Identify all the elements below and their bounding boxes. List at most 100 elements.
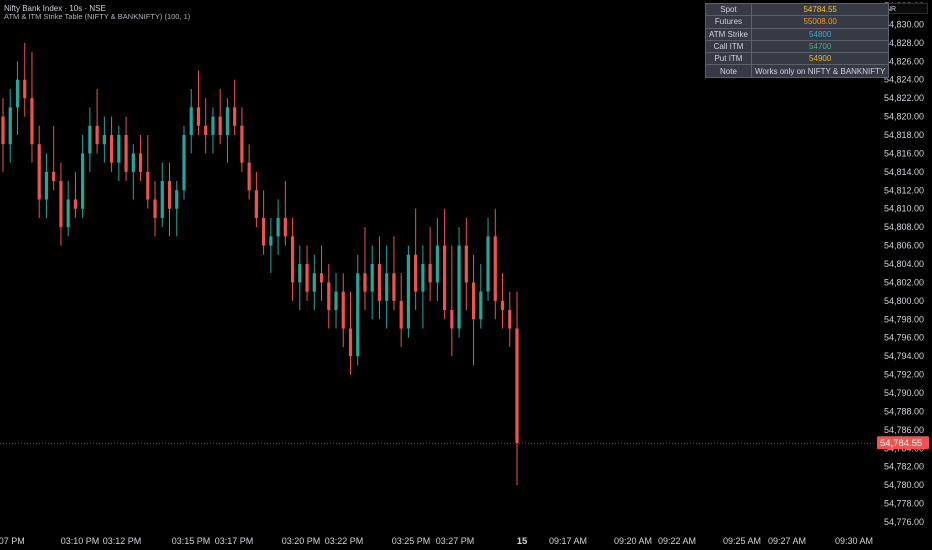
candle-body <box>131 153 135 172</box>
candle-body <box>370 264 374 292</box>
candle-body <box>240 125 244 163</box>
time-tick-label: 03:22 PM <box>325 536 364 546</box>
time-tick-label: 09:22 AM <box>658 536 696 546</box>
last-price-tag-label: 54,784.55 <box>880 438 922 449</box>
candle-body <box>298 264 302 283</box>
candle-body <box>153 199 157 218</box>
candle-body <box>254 190 258 218</box>
candle-body <box>15 79 20 108</box>
time-tick-label: 09:30 AM <box>835 536 873 546</box>
candle-body <box>196 107 201 126</box>
atm-strike-value: 54800 <box>750 27 890 41</box>
candle-body <box>225 107 230 135</box>
time-tick-label: 09:25 AM <box>723 536 761 546</box>
time-tick-label: 15 <box>517 536 528 547</box>
candle-body <box>276 217 280 237</box>
futures-label: Futures <box>705 15 752 29</box>
price-tick-label: 54,806.00 <box>884 241 924 251</box>
candle-body <box>211 116 215 135</box>
candle-body <box>312 273 316 292</box>
candle-body <box>73 199 77 209</box>
call-itm-value: 54700 <box>750 39 890 54</box>
note-label: Note <box>705 64 752 78</box>
candle-body <box>486 236 490 292</box>
candle-body <box>479 291 483 320</box>
price-tick-label: 54,792.00 <box>884 370 924 380</box>
candle-body <box>124 135 128 172</box>
indicator-legend[interactable]: ATM & ITM Strike Table (NIFTY & BANKNIFT… <box>4 12 190 21</box>
candle-body <box>182 135 186 191</box>
futures-value: 55008.00 <box>750 15 890 29</box>
candle-body <box>334 291 338 311</box>
candle-body <box>457 245 461 329</box>
atm-strike-label: ATM Strike <box>705 27 752 41</box>
price-tick-label: 54,796.00 <box>884 333 924 343</box>
price-tick-label: 54,820.00 <box>884 112 924 122</box>
candle-body <box>59 181 63 228</box>
price-tick-label: 54,800.00 <box>884 296 924 306</box>
spot-value: 54784.55 <box>750 2 890 17</box>
price-tick-label: 54,818.00 <box>884 130 924 140</box>
candle-body <box>81 153 85 209</box>
candle-body <box>493 236 497 301</box>
time-tick-label: 3:07 PM <box>0 536 25 546</box>
candle-body <box>290 236 295 283</box>
candle-body <box>233 107 237 126</box>
candle-body <box>515 328 519 444</box>
candle-body <box>450 310 454 329</box>
candle-body <box>52 171 56 182</box>
candle-body <box>319 273 324 283</box>
price-tick-label: 54,776.00 <box>884 517 924 527</box>
price-tick-label: 54,782.00 <box>884 462 924 472</box>
candle-body <box>102 135 106 145</box>
candle-body <box>37 144 41 200</box>
time-tick-label: 09:20 AM <box>614 536 652 546</box>
candle-body <box>117 135 121 163</box>
time-tick-label: 03:12 PM <box>103 536 142 546</box>
candlestick-chart[interactable]: 54,776.00 54,778.00 54,780.00 54,782.00 54,7… <box>0 0 932 550</box>
time-tick-label: 03:15 PM <box>172 536 211 546</box>
time-tick-label: 03:10 PM <box>61 536 100 546</box>
candle-body <box>428 264 432 283</box>
price-tick-label: 54,808.00 <box>884 222 924 232</box>
time-tick-label: 09:27 AM <box>768 536 806 546</box>
candle-body <box>8 107 12 145</box>
time-tick-label: 03:20 PM <box>282 536 321 546</box>
candle-body <box>88 125 92 154</box>
candle-body <box>66 199 70 228</box>
price-tick-label: 54,816.00 <box>884 148 924 158</box>
candle-body <box>204 125 208 135</box>
candle-body <box>146 171 150 200</box>
price-tick-label: 54,798.00 <box>884 314 924 324</box>
candle-body <box>443 245 447 311</box>
candle-body <box>160 181 164 218</box>
candle-body <box>167 181 172 209</box>
price-tick-label: 54,810.00 <box>884 204 924 214</box>
candle-body <box>471 282 476 320</box>
table-row-spot: Spot 54784.55 <box>705 2 890 17</box>
candle-body <box>44 171 49 200</box>
spot-label: Spot <box>705 2 752 17</box>
candle-body <box>23 79 27 99</box>
price-tick-label: 54,824.00 <box>884 75 924 85</box>
price-tick-label: 54,778.00 <box>884 499 924 509</box>
candle-body <box>406 254 411 329</box>
candle-body <box>363 273 367 292</box>
candle-body <box>247 162 251 191</box>
price-tick-label: 54,826.00 <box>884 56 924 66</box>
candle-body <box>414 254 418 292</box>
candle-body <box>283 217 287 237</box>
strike-info-table: Spot 54784.55 Futures 55008.00 ATM Strik… <box>705 2 890 78</box>
price-tick-label: 54,814.00 <box>884 167 924 177</box>
price-tick-label: 54,822.00 <box>884 93 924 103</box>
time-axis[interactable]: 3:07 PM 03:10 PM03:12 PM 03:15 PM 03:17 PM 0… <box>0 536 873 547</box>
price-tick-label: 54,790.00 <box>884 388 924 398</box>
candle-body <box>385 273 389 301</box>
price-tick-label: 54,780.00 <box>884 480 924 490</box>
table-row-atm-strike: ATM Strike 54800 <box>705 27 890 41</box>
last-price-tag: 54,784.55 <box>877 436 929 450</box>
price-tick-label: 54,794.00 <box>884 351 924 361</box>
table-row-note: Note Works only on NIFTY & BANKNIFTY <box>705 64 890 78</box>
table-row-call-itm: Call ITM 54700 <box>705 39 890 54</box>
candle-body <box>109 135 114 163</box>
